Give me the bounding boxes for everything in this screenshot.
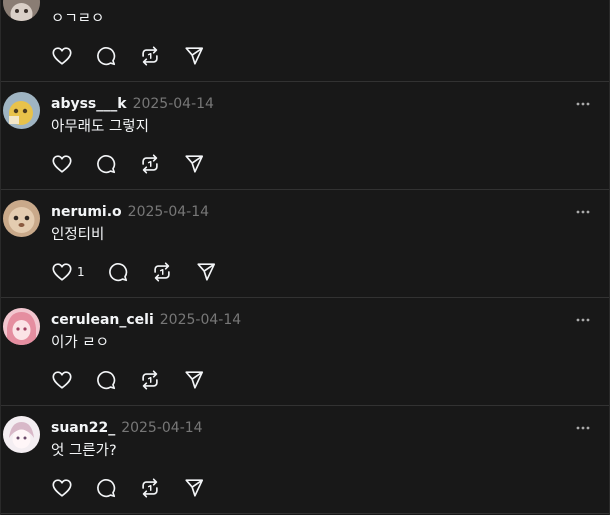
like-button[interactable] [51,477,73,499]
comment-icon [97,47,116,66]
repost-icon [142,154,158,174]
comment-icon [108,263,127,282]
like-count: 1 [77,265,85,279]
like-button[interactable] [51,45,73,67]
username[interactable]: suan22_ [51,420,115,436]
post-text: 엇 그른가? [51,443,117,459]
post-text: 아무래도 그렇지 [51,119,149,135]
heart-icon [52,479,72,497]
post-date: 2025-04-14 [132,96,214,112]
avatar-image [3,92,40,129]
post-text: 인정티비 [51,227,105,243]
post-header: cerulean_celi 2025-04-14 [51,311,241,329]
send-icon [197,263,215,281]
reply-button[interactable] [95,45,117,67]
username[interactable]: nerumi.o [51,204,122,220]
post-date: 2025-04-14 [121,420,203,436]
more-icon [576,318,590,322]
heart-icon [52,47,72,65]
more-icon [576,210,590,214]
post-text: 이가 ㄹㅇ [51,335,109,351]
avatar-image [3,416,40,453]
repost-icon [153,262,170,282]
share-button[interactable] [183,477,205,499]
share-button[interactable] [183,153,205,175]
more-button[interactable] [575,202,591,214]
share-button[interactable] [195,261,217,283]
reply-feed: ㅇㄱㄹㅇ abyss___k 2025-04-14 아무래도 그렇지 nerum… [0,0,610,515]
comment-icon [97,155,116,174]
post-header: abyss___k 2025-04-14 [51,95,214,113]
post-actions [51,153,227,175]
post-date: 2025-04-14 [159,312,242,328]
username[interactable]: cerulean_celi [51,312,154,328]
comment-icon [97,479,116,498]
post-actions [51,45,227,67]
heart-icon [52,155,72,173]
repost-button[interactable] [139,369,161,391]
more-icon [576,102,590,106]
post-header: nerumi.o 2025-04-14 [51,203,209,221]
reply-post: cerulean_celi 2025-04-14 이가 ㄹㅇ [1,298,609,406]
heart-icon [52,263,72,281]
repost-icon [142,46,158,66]
repost-button[interactable] [139,477,161,499]
avatar-image [3,308,40,345]
reply-post: abyss___k 2025-04-14 아무래도 그렇지 [1,82,609,190]
reply-button[interactable] [107,261,129,283]
avatar[interactable] [3,0,40,21]
username[interactable]: abyss___k [51,96,127,112]
repost-icon [142,478,158,498]
share-button[interactable] [183,45,205,67]
send-icon [185,47,204,65]
post-date: 2025-04-14 [127,204,210,220]
more-button[interactable] [575,310,591,322]
avatar[interactable] [3,308,40,345]
reply-post: ㅇㄱㄹㅇ [1,0,609,82]
post-actions [51,369,227,391]
avatar[interactable] [3,92,40,129]
reply-button[interactable] [95,153,117,175]
reply-button[interactable] [95,369,117,391]
repost-button[interactable] [139,153,161,175]
page: ㅇㄱㄹㅇ abyss___k 2025-04-14 아무래도 그렇지 nerum… [0,0,610,515]
avatar-image [3,200,40,237]
avatar[interactable] [3,200,40,237]
more-button[interactable] [575,418,591,430]
share-button[interactable] [183,369,205,391]
like-button[interactable]: 1 [51,261,85,283]
avatar[interactable] [3,416,40,453]
more-button[interactable] [575,94,591,106]
avatar-image [3,0,40,21]
reply-post: suan22_ 2025-04-14 엇 그른가? [1,406,609,514]
more-icon [576,426,590,430]
like-button[interactable] [51,369,73,391]
post-header: suan22_ 2025-04-14 [51,419,203,437]
heart-icon [52,371,72,389]
send-icon [185,479,204,497]
reply-button[interactable] [95,477,117,499]
repost-button[interactable] [139,45,161,67]
reply-post: nerumi.o 2025-04-14 인정티비 1 [1,190,609,298]
post-actions [51,477,227,499]
repost-icon [142,370,158,390]
send-icon [185,155,204,173]
post-text: ㅇㄱㄹㅇ [51,11,105,27]
send-icon [185,371,204,389]
post-actions: 1 [51,261,239,283]
repost-button[interactable] [151,261,173,283]
like-button[interactable] [51,153,73,175]
comment-icon [97,371,116,390]
